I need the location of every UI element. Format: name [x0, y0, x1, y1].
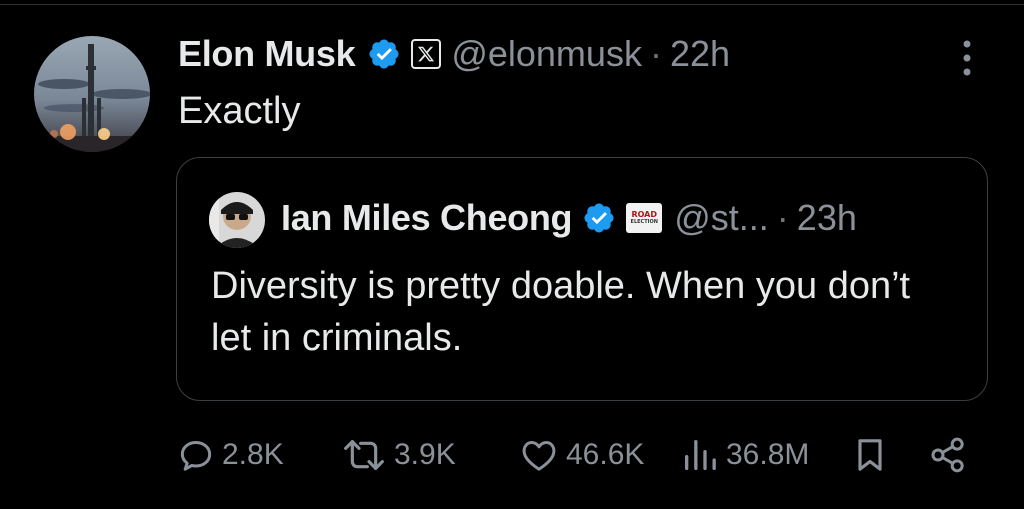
bookmark-button[interactable]: [850, 432, 890, 478]
separator-dot: ·: [649, 33, 662, 74]
rocket-launch-image: [34, 36, 150, 152]
views-button[interactable]: 36.8M: [680, 432, 809, 478]
views-icon: [685, 440, 716, 470]
tweet-action-bar: 2.8K 3.9K 46.6K 36.8M: [176, 432, 976, 478]
like-button[interactable]: 46.6K: [518, 432, 644, 478]
author-handle[interactable]: @elonmusk: [451, 33, 642, 75]
verified-badge-icon[interactable]: [367, 37, 401, 71]
top-divider: [0, 4, 1024, 5]
like-icon: [522, 441, 556, 471]
quoted-author-handle[interactable]: @st...: [674, 197, 769, 239]
bookmark-icon: [858, 439, 882, 471]
repost-icon: [344, 440, 384, 470]
tweet-text: Exactly: [178, 90, 301, 132]
reply-icon: [180, 441, 212, 471]
repost-button[interactable]: 3.9K: [340, 432, 456, 478]
portrait-image: [209, 192, 265, 248]
author-name[interactable]: Elon Musk: [178, 33, 356, 75]
affiliation-badge-text: ROAD: [631, 210, 658, 219]
affiliation-badge-icon[interactable]: ROAD ELECTION: [626, 203, 663, 233]
quoted-tweet-header: Ian Miles Cheong ROAD ELECTION @st... · …: [281, 194, 857, 242]
affiliation-badge-subtext: ELECTION: [630, 219, 658, 225]
share-button[interactable]: [928, 432, 968, 478]
quoted-author-avatar[interactable]: [209, 192, 265, 248]
quoted-tweet-text: Diversity is pretty doable. When you don…: [211, 265, 911, 359]
tweet-header: Elon Musk @elonmusk · 22h: [178, 30, 730, 78]
x-logo-icon[interactable]: [411, 39, 442, 69]
more-options-icon[interactable]: [956, 38, 978, 78]
separator-dot: ·: [776, 197, 789, 238]
quoted-tweet-card[interactable]: Ian Miles Cheong ROAD ELECTION @st... · …: [176, 157, 988, 401]
author-avatar[interactable]: [34, 36, 150, 152]
reply-button[interactable]: 2.8K: [176, 432, 284, 478]
quoted-tweet-time[interactable]: 23h: [797, 197, 857, 239]
share-icon: [931, 437, 964, 473]
verified-badge-icon[interactable]: [582, 201, 616, 235]
reply-count: 2.8K: [222, 438, 284, 471]
views-count: 36.8M: [726, 438, 810, 471]
tweet-time[interactable]: 22h: [670, 33, 730, 75]
like-count: 46.6K: [566, 438, 645, 471]
repost-count: 3.9K: [394, 438, 456, 471]
quoted-author-name[interactable]: Ian Miles Cheong: [281, 197, 573, 239]
